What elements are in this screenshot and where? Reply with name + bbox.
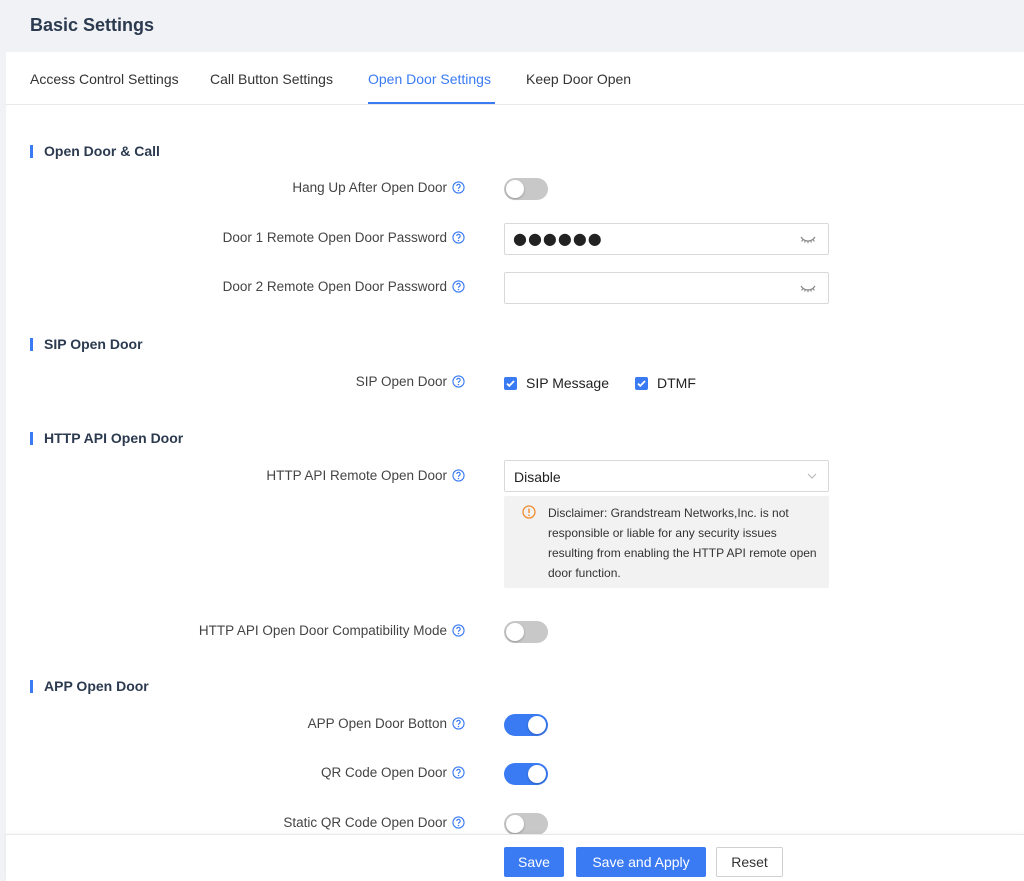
label-text: HTTP API Open Door Compatibility Mode [198, 623, 447, 638]
http-api-remote-open-door-select[interactable]: Disable [504, 460, 829, 492]
static-qr-code-open-door-toggle[interactable] [504, 813, 548, 835]
section-title-open-door-call: Open Door & Call [30, 143, 160, 159]
tab-keep-door-open[interactable]: Keep Door Open [526, 71, 631, 87]
warning-icon [522, 505, 536, 519]
checkbox-box [504, 376, 517, 390]
help-icon[interactable] [452, 231, 465, 244]
checkbox-label: DTMF [657, 375, 696, 391]
tab-call-button-settings[interactable]: Call Button Settings [210, 71, 333, 87]
eye-closed-icon[interactable] [800, 235, 816, 245]
help-icon[interactable] [452, 717, 465, 730]
section-title-sip-open-door: SIP Open Door [30, 336, 143, 352]
help-icon[interactable] [452, 469, 465, 482]
tab-bar: Access Control Settings Call Button Sett… [6, 52, 1024, 105]
label-http-api-remote-open-door: HTTP API Remote Open Door [266, 468, 465, 483]
label-text: APP Open Door Botton [307, 716, 447, 731]
section-title-app-open-door: APP Open Door [30, 678, 149, 694]
save-button[interactable]: Save [504, 847, 564, 877]
help-icon[interactable] [452, 375, 465, 388]
sip-message-checkbox[interactable]: SIP Message [504, 375, 609, 391]
checkbox-box [635, 376, 649, 390]
checkbox-label: SIP Message [526, 375, 610, 391]
label-text: Static QR Code Open Door [283, 815, 447, 830]
label-static-qr-code-open-door: Static QR Code Open Door [283, 815, 465, 830]
section-title-http-api-open-door: HTTP API Open Door [30, 430, 183, 446]
app-open-door-button-toggle[interactable] [504, 714, 548, 736]
http-api-compatibility-mode-toggle[interactable] [504, 621, 548, 643]
toggle-knob [528, 765, 546, 783]
password-value: ●●●●●● [513, 229, 603, 248]
label-text: SIP Open Door [355, 374, 447, 389]
label-text: Hang Up After Open Door [292, 180, 447, 195]
help-icon[interactable] [452, 280, 465, 293]
tab-access-control-settings[interactable]: Access Control Settings [30, 71, 179, 87]
label-door2-password: Door 2 Remote Open Door Password [223, 279, 465, 294]
hang-up-after-open-door-toggle[interactable] [504, 178, 548, 200]
label-qr-code-open-door: QR Code Open Door [321, 765, 465, 780]
label-text: Door 1 Remote Open Door Password [222, 230, 447, 245]
door1-password-input[interactable]: ●●●●●● [504, 223, 829, 255]
chevron-down-icon [807, 473, 817, 479]
qr-code-open-door-toggle[interactable] [504, 763, 548, 785]
toggle-knob [528, 716, 546, 734]
label-http-api-compatibility-mode: HTTP API Open Door Compatibility Mode [199, 623, 465, 638]
footer-action-bar: Save Save and Apply Reset [6, 834, 1024, 881]
label-text: Door 2 Remote Open Door Password [222, 279, 447, 294]
toggle-knob [506, 623, 524, 641]
help-icon[interactable] [452, 816, 465, 829]
help-icon[interactable] [452, 624, 465, 637]
tab-open-door-settings[interactable]: Open Door Settings [368, 71, 491, 87]
settings-panel: Access Control Settings Call Button Sett… [6, 52, 1024, 881]
checkmark-icon [506, 379, 515, 387]
help-icon[interactable] [452, 766, 465, 779]
save-and-apply-button[interactable]: Save and Apply [576, 847, 706, 877]
checkmark-icon [637, 379, 646, 387]
page-header: Basic Settings [6, 0, 1024, 52]
page-title: Basic Settings [30, 15, 155, 35]
sip-open-door-options: SIP Message DTMF [504, 374, 722, 392]
label-door1-password: Door 1 Remote Open Door Password [223, 230, 465, 245]
help-icon[interactable] [452, 181, 465, 194]
dtmf-checkbox[interactable]: DTMF [635, 375, 696, 391]
reset-button[interactable]: Reset [716, 847, 783, 877]
label-text: HTTP API Remote Open Door [266, 468, 447, 483]
active-tab-indicator [368, 102, 495, 104]
label-sip-open-door: SIP Open Door [356, 374, 465, 389]
label-text: QR Code Open Door [320, 765, 447, 780]
door2-password-input[interactable] [504, 272, 829, 304]
http-api-disclaimer: Disclaimer: Grandstream Networks,Inc. is… [504, 496, 829, 588]
toggle-knob [506, 180, 524, 198]
toggle-knob [506, 815, 524, 833]
label-app-open-door-button: APP Open Door Botton [308, 716, 465, 731]
label-hang-up-after-open-door: Hang Up After Open Door [292, 180, 465, 195]
select-value: Disable [514, 469, 561, 485]
eye-closed-icon[interactable] [800, 284, 816, 294]
disclaimer-text: Disclaimer: Grandstream Networks,Inc. is… [548, 506, 817, 580]
